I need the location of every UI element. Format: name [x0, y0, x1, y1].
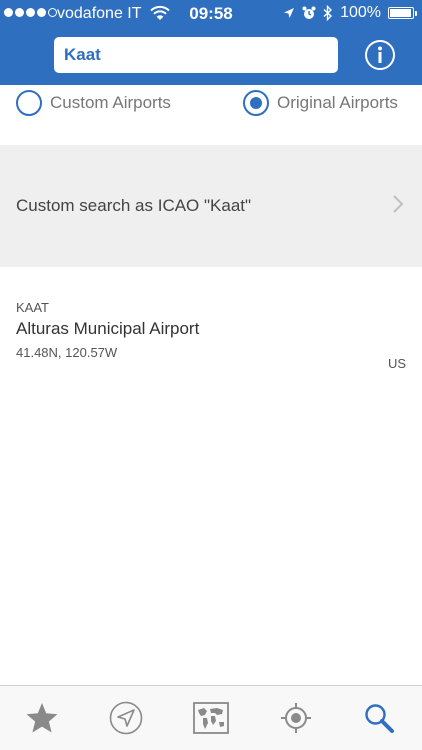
tab-favorites[interactable]	[24, 700, 60, 736]
radio-button-original[interactable]	[243, 90, 269, 116]
location-target-icon	[281, 703, 311, 733]
airport-source-selector: Custom Airports Original Airports	[0, 85, 422, 129]
custom-search-label: Custom search as ICAO "Kaat"	[16, 196, 252, 215]
airport-coordinates: 41.48N, 120.57W	[16, 345, 118, 360]
airport-result-item[interactable]: KAAT Alturas Municipal Airport 41.48N, 1…	[0, 290, 422, 380]
bluetooth-icon	[323, 5, 333, 21]
tab-nearby[interactable]	[278, 700, 314, 736]
status-indicators: 100%	[283, 4, 417, 22]
original-airports-radio[interactable]: Original Airports	[243, 90, 398, 116]
location-services-icon	[284, 8, 295, 18]
battery-icon	[388, 7, 417, 19]
search-input[interactable]	[54, 37, 338, 73]
world-map-icon	[193, 702, 229, 734]
airport-name: Alturas Municipal Airport	[16, 319, 200, 338]
navigation-arrow-icon	[109, 701, 143, 735]
airport-country: US	[387, 356, 406, 371]
airport-icao-code: KAAT	[16, 300, 49, 315]
header-bar: vodafone IT 09:58 100%	[0, 0, 422, 85]
custom-airports-label: Custom Airports	[50, 93, 171, 112]
battery-level-fill	[390, 9, 411, 17]
original-airports-label: Original Airports	[277, 93, 398, 112]
search-icon	[365, 704, 394, 733]
battery-percentage: 100%	[340, 4, 381, 21]
tab-navigation[interactable]	[108, 700, 144, 736]
tab-map[interactable]	[193, 700, 229, 736]
custom-search-row[interactable]: Custom search as ICAO "Kaat"	[0, 145, 422, 267]
alarm-icon	[302, 6, 316, 19]
chevron-right-icon	[393, 195, 404, 213]
star-icon	[26, 703, 58, 733]
radio-button-custom[interactable]	[16, 90, 42, 116]
tab-search[interactable]	[361, 700, 397, 736]
custom-airports-radio[interactable]: Custom Airports	[16, 90, 171, 116]
status-bar: vodafone IT 09:58 100%	[0, 0, 422, 28]
tab-bar	[0, 685, 422, 750]
info-icon[interactable]	[364, 39, 396, 71]
